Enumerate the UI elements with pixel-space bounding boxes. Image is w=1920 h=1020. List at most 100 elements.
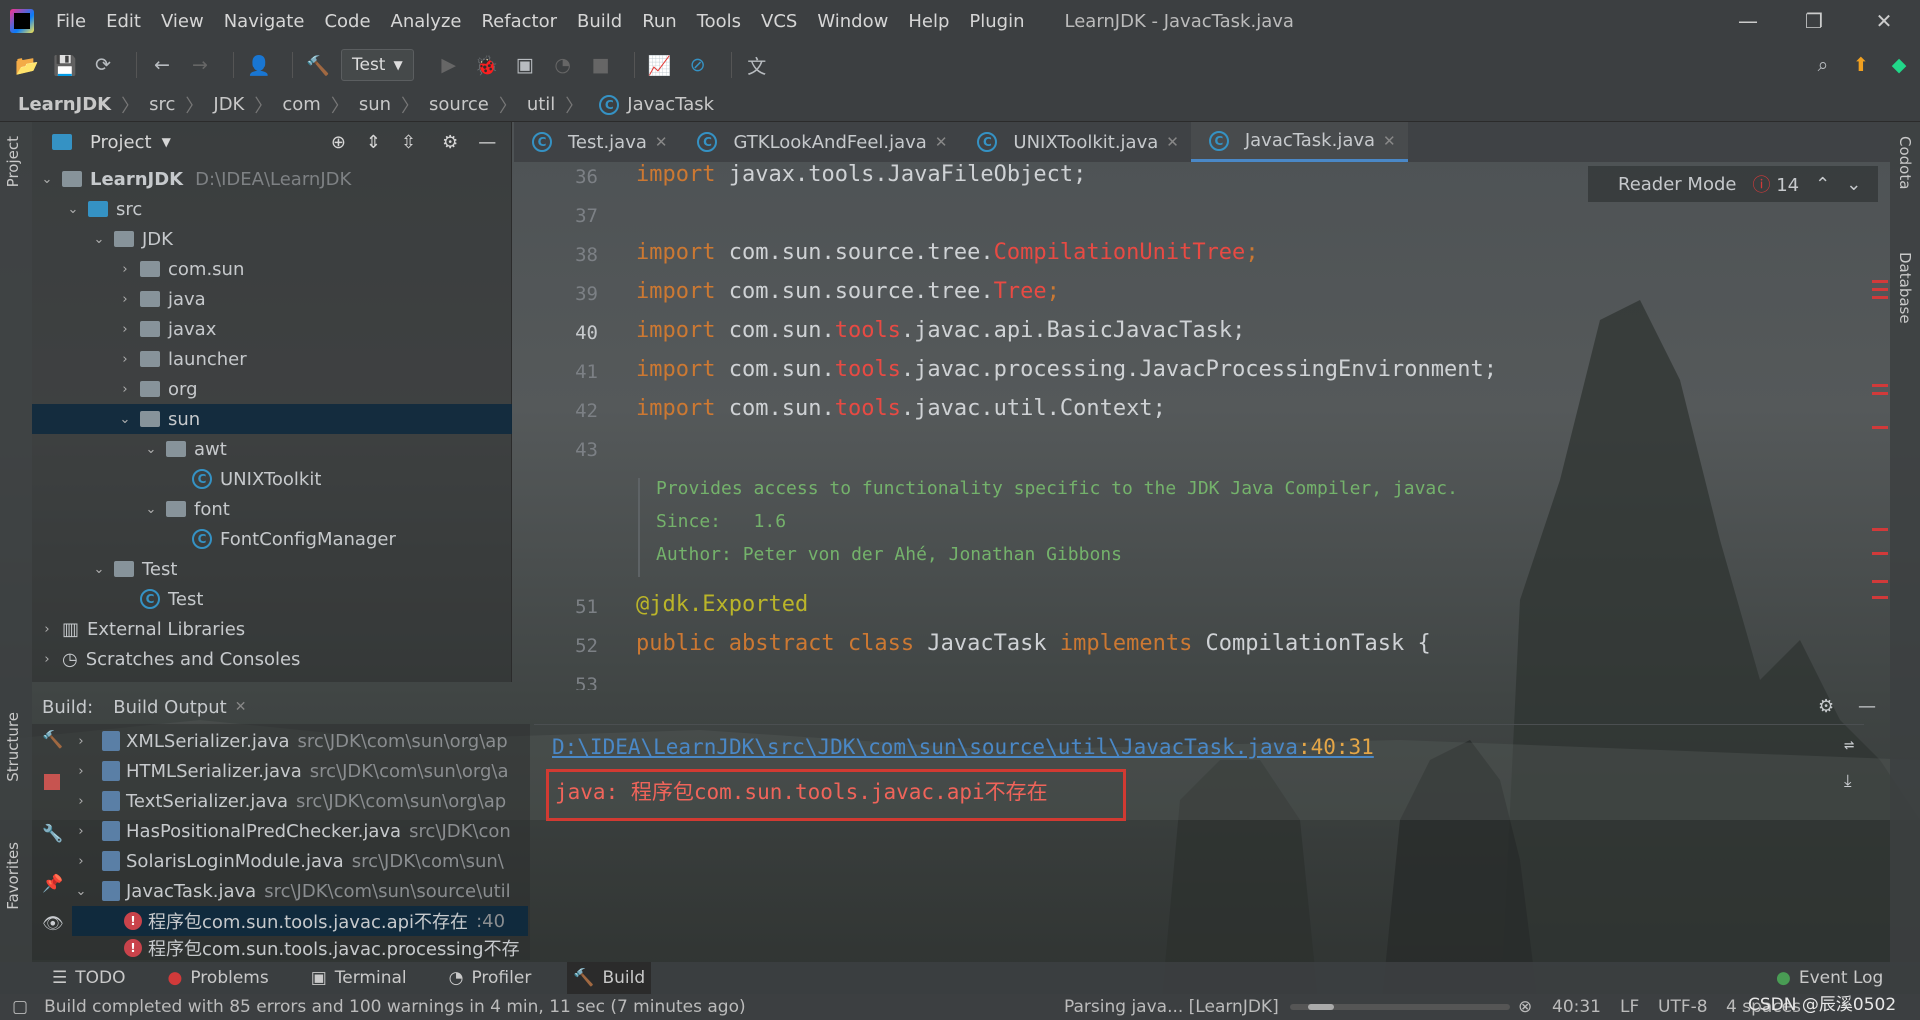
- expand-all-icon[interactable]: ⇕: [366, 132, 381, 153]
- chevron-right-icon[interactable]: ›: [72, 734, 90, 749]
- tree-row-selected[interactable]: ⌄ sun: [32, 404, 512, 434]
- stop-icon[interactable]: ■: [586, 50, 616, 80]
- tree-row[interactable]: › javax: [32, 314, 512, 344]
- chevron-right-icon[interactable]: ›: [38, 622, 56, 637]
- error-stripe-mark[interactable]: [1872, 384, 1888, 387]
- chevron-right-icon[interactable]: ›: [72, 854, 90, 869]
- stop-icon[interactable]: [44, 774, 60, 790]
- wrench-icon[interactable]: 🔧: [42, 824, 63, 844]
- menu-file[interactable]: File: [46, 11, 96, 32]
- editor-tab-active[interactable]: C JavacTask.java ✕: [1190, 122, 1408, 162]
- tree-row[interactable]: C FontConfigManager: [32, 524, 512, 554]
- menu-window[interactable]: Window: [807, 11, 898, 32]
- build-file-row[interactable]: › HTMLSerializer.java src\JDK\com\sun\org\…: [72, 756, 528, 786]
- build-tab[interactable]: 🔨 Build: [567, 962, 652, 994]
- build-output-tab[interactable]: Build Output: [113, 697, 226, 718]
- console-file-link[interactable]: D:\IDEA\LearnJDK\src\JDK\com\sun\source\…: [552, 735, 1374, 759]
- tree-row[interactable]: ⌄ Test: [32, 554, 512, 584]
- file-encoding[interactable]: UTF-8: [1658, 997, 1708, 1017]
- menu-vcs[interactable]: VCS: [751, 11, 807, 32]
- tree-row[interactable]: ⌄ font: [32, 494, 512, 524]
- error-stripe-mark[interactable]: [1872, 580, 1888, 583]
- profile-icon[interactable]: ◔: [548, 50, 578, 80]
- tree-row[interactable]: ⌄ JDK: [32, 224, 512, 254]
- chevron-down-icon[interactable]: ⌄: [116, 412, 134, 427]
- tree-row[interactable]: › ▥ External Libraries: [32, 614, 512, 644]
- collapse-all-icon[interactable]: ⇳: [401, 132, 416, 153]
- toolbox-icon[interactable]: ◆: [1884, 50, 1914, 80]
- breadcrumb-item[interactable]: JDK: [213, 94, 244, 115]
- build-error-row[interactable]: ! 程序包com.sun.tools.javac.processing不存: [72, 936, 528, 960]
- breadcrumb-item[interactable]: JavacTask: [627, 94, 714, 115]
- menu-help[interactable]: Help: [898, 11, 959, 32]
- structure-tool-tab[interactable]: Structure: [4, 712, 22, 782]
- tree-row[interactable]: › ◷ Scratches and Consoles: [32, 644, 512, 674]
- breadcrumb-item[interactable]: com: [282, 94, 320, 115]
- error-stripe-mark[interactable]: [1872, 528, 1888, 531]
- tree-row[interactable]: ⌄ src: [32, 194, 512, 224]
- menu-run[interactable]: Run: [632, 11, 687, 32]
- background-task[interactable]: Parsing java... [LearnJDK]: [1064, 997, 1279, 1017]
- build-error-row-selected[interactable]: ! 程序包com.sun.tools.javac.api不存在:40: [72, 906, 528, 936]
- build-file-row[interactable]: › SolarisLoginModule.java src\JDK\com\sun\: [72, 846, 528, 876]
- chevron-down-icon[interactable]: ⌄: [64, 202, 82, 217]
- todo-tab[interactable]: ☰ TODO: [46, 962, 132, 994]
- open-folder-icon[interactable]: 📂: [12, 50, 42, 80]
- breadcrumb-item[interactable]: src: [149, 94, 175, 115]
- editor-tab[interactable]: C GTKLookAndFeel.java ✕: [679, 122, 959, 162]
- tree-row-root[interactable]: ⌄ LearnJDK D:\IDEA\LearnJDK: [32, 164, 512, 194]
- hammer-icon[interactable]: 🔨: [42, 730, 63, 750]
- tree-row[interactable]: C UNIXToolkit: [32, 464, 512, 494]
- run-icon[interactable]: ▶: [434, 50, 464, 80]
- line-separator[interactable]: LF: [1620, 997, 1639, 1017]
- close-window-button[interactable]: ✕: [1864, 6, 1904, 36]
- tree-row[interactable]: › org: [32, 374, 512, 404]
- hide-panel-icon[interactable]: —: [1858, 696, 1876, 717]
- reader-mode-button[interactable]: Reader Mode: [1618, 174, 1736, 195]
- editor-tab[interactable]: C UNIXToolkit.java ✕: [959, 122, 1190, 162]
- chevron-right-icon[interactable]: ›: [116, 352, 134, 367]
- chevron-right-icon[interactable]: ›: [72, 794, 90, 809]
- error-stripe-mark[interactable]: [1872, 288, 1888, 291]
- chevron-down-icon[interactable]: ⌄: [38, 172, 56, 187]
- error-stripe-mark[interactable]: [1872, 426, 1888, 429]
- tree-row[interactable]: C Test: [32, 584, 512, 614]
- tree-row[interactable]: ⌄ awt: [32, 434, 512, 464]
- chevron-down-icon[interactable]: ⌄: [90, 562, 108, 577]
- error-stripe-mark[interactable]: [1872, 280, 1888, 283]
- error-stripe-mark[interactable]: [1872, 296, 1888, 299]
- breadcrumb-item[interactable]: LearnJDK: [18, 94, 111, 115]
- chevron-right-icon[interactable]: ›: [116, 262, 134, 277]
- menu-code[interactable]: Code: [314, 11, 380, 32]
- breadcrumb-item[interactable]: util: [527, 94, 555, 115]
- close-tab-icon[interactable]: ✕: [1383, 132, 1396, 150]
- problems-tab[interactable]: ● Problems: [162, 962, 275, 994]
- menu-refactor[interactable]: Refactor: [471, 11, 567, 32]
- next-highlight-icon[interactable]: ⌄: [1846, 174, 1861, 195]
- translate-icon[interactable]: 文: [742, 50, 772, 80]
- previous-highlight-icon[interactable]: ⌃: [1815, 174, 1830, 195]
- debug-icon[interactable]: 🐞: [472, 50, 502, 80]
- chevron-down-icon[interactable]: ⌄: [142, 502, 160, 517]
- project-view-title[interactable]: Project: [90, 132, 152, 153]
- cancel-task-icon[interactable]: ⊗: [1518, 997, 1532, 1017]
- sync-icon[interactable]: ⟳: [88, 50, 118, 80]
- project-tool-tab[interactable]: Project: [4, 136, 22, 187]
- chevron-down-icon[interactable]: ⌄: [72, 884, 90, 899]
- minimize-button[interactable]: —: [1728, 6, 1768, 36]
- chart-icon[interactable]: 📈: [645, 50, 675, 80]
- editor-tab[interactable]: C Test.java ✕: [514, 122, 679, 162]
- back-icon[interactable]: ←: [147, 50, 177, 80]
- status-message[interactable]: Build completed with 85 errors and 100 w…: [44, 997, 746, 1017]
- codota-tool-tab[interactable]: Codota: [1896, 136, 1914, 189]
- database-tool-tab[interactable]: Database: [1896, 252, 1914, 324]
- favorites-tool-tab[interactable]: Favorites: [4, 842, 22, 910]
- forward-icon[interactable]: →: [185, 50, 215, 80]
- scroll-to-end-icon[interactable]: ⤓: [1844, 771, 1852, 791]
- chevron-right-icon[interactable]: ›: [116, 382, 134, 397]
- coverage-icon[interactable]: ▣: [510, 50, 540, 80]
- chevron-down-icon[interactable]: ⌄: [90, 232, 108, 247]
- chevron-down-icon[interactable]: ▼: [162, 135, 171, 149]
- error-stripe-mark[interactable]: [1872, 596, 1888, 599]
- error-indicator[interactable]: ⓘ 14: [1752, 171, 1799, 197]
